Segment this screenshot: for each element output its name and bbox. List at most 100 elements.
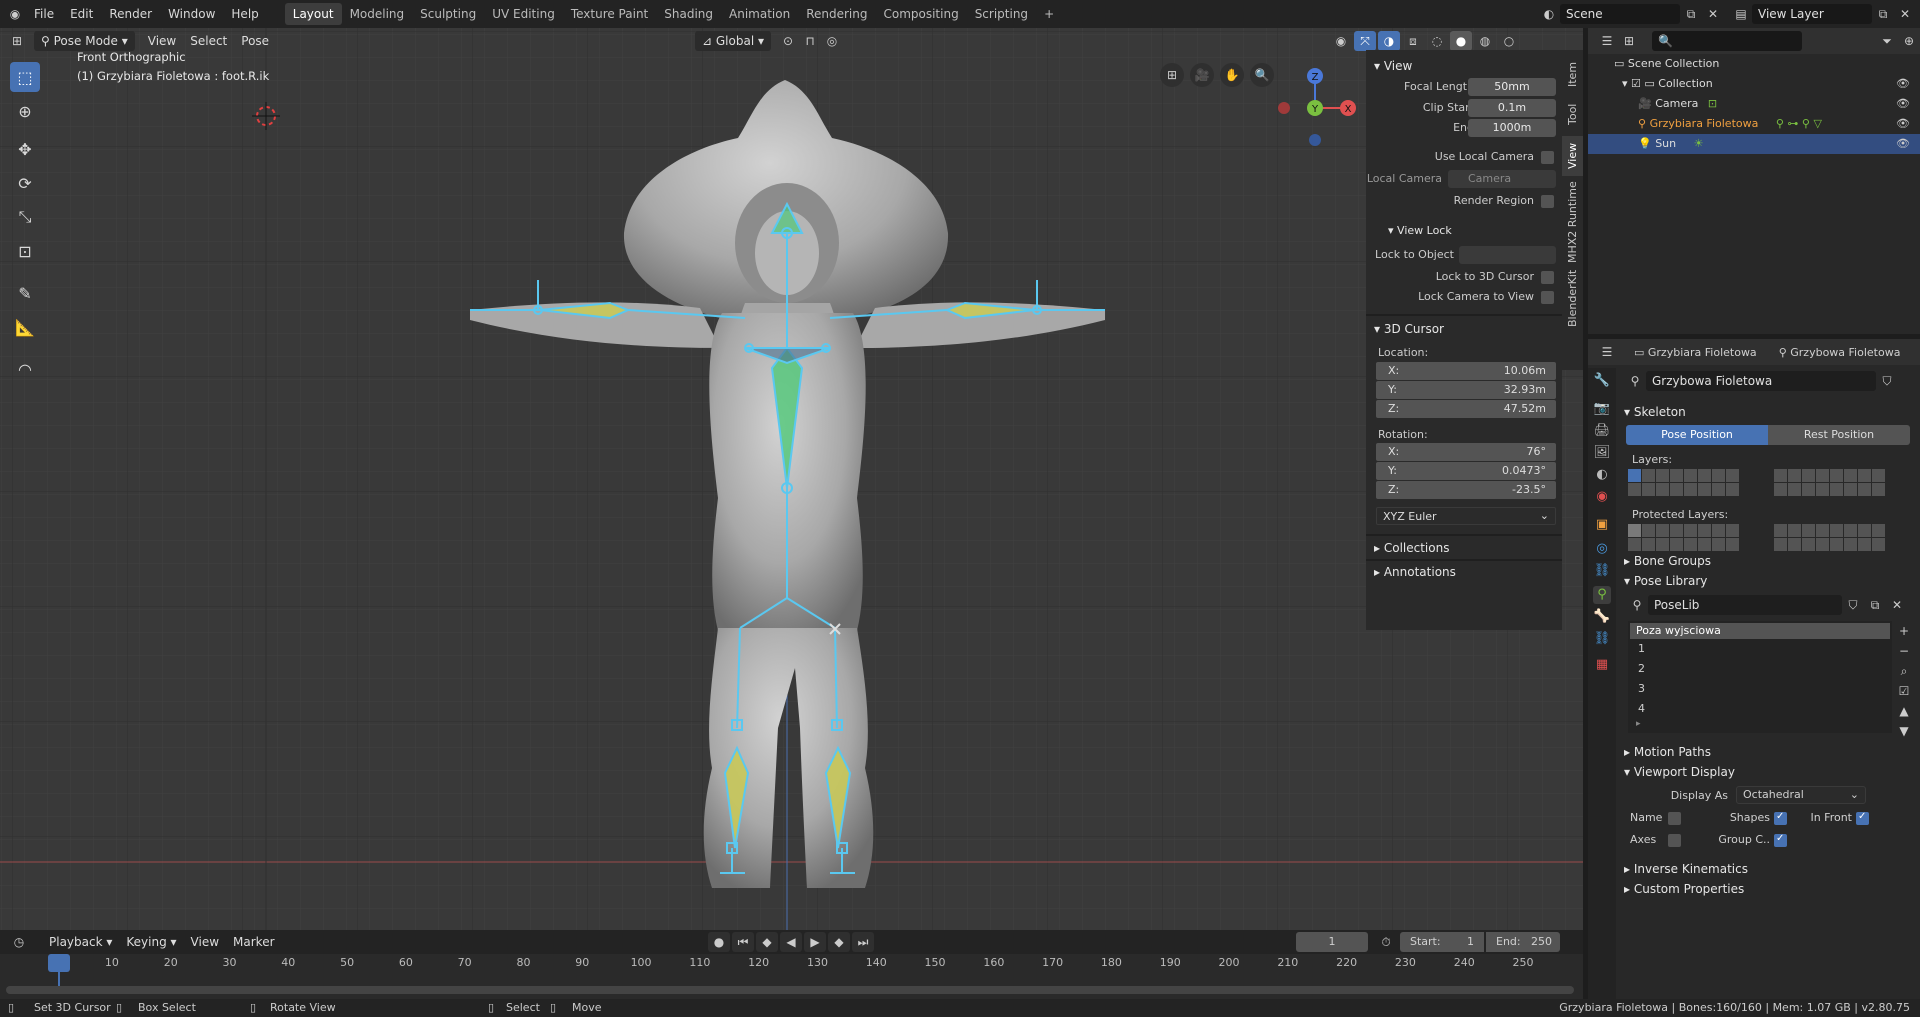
remove-pose-icon[interactable]: −: [1894, 641, 1914, 661]
scene-tab-icon[interactable]: ◐: [1593, 466, 1611, 484]
sidebar-tab-item[interactable]: Item: [1562, 56, 1583, 92]
outliner-editor-icon[interactable]: ☰: [1596, 31, 1618, 51]
armature-data-icon[interactable]: ⚲: [1624, 371, 1646, 391]
eye-icon[interactable]: 👁: [1896, 114, 1910, 134]
xray-icon[interactable]: ⧈: [1402, 31, 1424, 51]
jump-end-icon[interactable]: ⏭: [852, 932, 874, 952]
camera-view-icon[interactable]: 🎥: [1190, 63, 1214, 87]
proportional-edit-icon[interactable]: ◎: [821, 31, 843, 51]
in-front-checkbox[interactable]: [1856, 811, 1869, 825]
move-down-icon[interactable]: ▼: [1894, 721, 1914, 741]
overlays-toggle-icon[interactable]: ◑: [1378, 31, 1400, 51]
menu-window[interactable]: Window: [160, 0, 223, 28]
annotations-section-header[interactable]: ▸ Annotations: [1374, 565, 1456, 579]
inverse-kinematics-section-header[interactable]: ▸ Inverse Kinematics: [1624, 862, 1748, 876]
lock-to-3d-cursor-checkbox[interactable]: [1541, 271, 1554, 284]
add-pose-icon[interactable]: +: [1894, 621, 1914, 641]
editor-type-icon[interactable]: ⊞: [6, 31, 28, 51]
world-tab-icon[interactable]: ◉: [1593, 488, 1611, 506]
tab-texture-paint[interactable]: Texture Paint: [563, 3, 656, 25]
timeline-view-menu[interactable]: View: [184, 932, 226, 952]
pivot-icon[interactable]: ⊙: [777, 31, 799, 51]
tab-compositing[interactable]: Compositing: [875, 3, 966, 25]
playback-menu[interactable]: Playback ▾: [42, 932, 119, 952]
view-section-header[interactable]: ▾ View: [1374, 59, 1412, 73]
collections-section-header[interactable]: ▸ Collections: [1374, 541, 1449, 555]
navigation-gizmo[interactable]: Z Y X: [1270, 60, 1360, 150]
tool-tab-icon[interactable]: 🔧: [1593, 372, 1611, 390]
object-tab-icon[interactable]: ▣: [1593, 516, 1611, 534]
focal-length-field[interactable]: 50mm: [1468, 78, 1556, 96]
scene-icon[interactable]: ◐: [1538, 4, 1560, 24]
rotation-mode-select[interactable]: XYZ Euler ⌄: [1376, 507, 1556, 525]
tab-rendering[interactable]: Rendering: [798, 3, 875, 25]
expand-arrow-icon[interactable]: ▸: [1636, 719, 1641, 729]
scale-tool[interactable]: ⤡: [10, 202, 40, 232]
jump-start-icon[interactable]: ⏮: [732, 932, 754, 952]
eye-icon[interactable]: 👁: [1896, 134, 1910, 154]
visibility-icon[interactable]: ◉: [1330, 31, 1352, 51]
outliner-collection[interactable]: ▾ ☑ ▭ Collection 👁: [1588, 74, 1920, 94]
bone-layers-grid-b[interactable]: [1774, 469, 1885, 496]
blender-logo-icon[interactable]: ◉: [4, 4, 26, 24]
remove-scene-icon[interactable]: ✕: [1702, 4, 1724, 24]
new-collection-icon[interactable]: ⊕: [1898, 31, 1920, 51]
3d-viewport[interactable]: ⊞ ⚲ Pose Mode ▾ View Select Pose ⊿ Globa…: [0, 28, 1583, 930]
shield-icon[interactable]: ⛉: [1842, 595, 1864, 615]
action-icon[interactable]: ⚲: [1626, 595, 1648, 615]
view-layer-tab-icon[interactable]: 🖼: [1593, 444, 1611, 462]
view-lock-header[interactable]: ▾ View Lock: [1388, 224, 1452, 237]
local-camera-field[interactable]: Camera: [1448, 170, 1556, 188]
pan-hand-icon[interactable]: ✋: [1220, 63, 1244, 87]
bone-tab-icon[interactable]: 🦴: [1593, 608, 1611, 626]
output-tab-icon[interactable]: 🖨: [1593, 422, 1611, 440]
fake-user-shield-icon[interactable]: ⛉: [1876, 371, 1898, 391]
close-icon[interactable]: ✕: [1886, 595, 1908, 615]
outliner-scene-collection[interactable]: ▭ Scene Collection: [1588, 54, 1920, 74]
wireframe-shading-icon[interactable]: ◌: [1426, 31, 1448, 51]
browse-pose-icon[interactable]: ⌕: [1894, 661, 1914, 681]
add-workspace-button[interactable]: +: [1036, 3, 1062, 25]
eye-icon[interactable]: 👁: [1896, 94, 1910, 114]
apply-pose-icon[interactable]: ☑: [1894, 681, 1914, 701]
bone-constraints-tab-icon[interactable]: ⛓: [1593, 630, 1611, 648]
marker-menu[interactable]: Marker: [226, 932, 281, 952]
group-colors-checkbox[interactable]: [1774, 833, 1787, 847]
rotate-tool[interactable]: ⟳: [10, 168, 40, 198]
timeline-scrollbar[interactable]: [6, 986, 1574, 994]
outliner-search-input[interactable]: 🔍: [1652, 31, 1802, 51]
select-box-tool[interactable]: ⬚: [10, 62, 40, 92]
menu-select[interactable]: Select: [183, 31, 234, 51]
armature-data-name-field[interactable]: Grzybowa Fioletowa: [1646, 371, 1876, 391]
properties-editor-icon[interactable]: ☰: [1596, 342, 1618, 362]
tab-sculpting[interactable]: Sculpting: [412, 3, 484, 25]
menu-pose[interactable]: Pose: [234, 31, 276, 51]
relax-pose-tool[interactable]: ◠: [10, 354, 40, 384]
copy-icon[interactable]: ⧉: [1864, 595, 1886, 615]
transform-tool[interactable]: ⊡: [10, 236, 40, 266]
pose-item-3[interactable]: 3: [1638, 681, 1645, 697]
material-shading-icon[interactable]: ◍: [1474, 31, 1496, 51]
3d-cursor-section-header[interactable]: ▾ 3D Cursor: [1374, 322, 1444, 336]
outliner-item-camera[interactable]: 🎥 Camera ⊡ 👁: [1588, 94, 1920, 114]
viewport-display-section-header[interactable]: ▾ Viewport Display: [1624, 765, 1735, 779]
play-reverse-icon[interactable]: ◀: [780, 932, 802, 952]
measure-tool[interactable]: 📐: [10, 312, 40, 342]
pose-position-button[interactable]: Pose Position: [1626, 425, 1768, 445]
tab-layout[interactable]: Layout: [284, 3, 342, 25]
use-local-camera-checkbox[interactable]: [1541, 151, 1554, 164]
bone-layers-grid-a[interactable]: [1628, 469, 1739, 496]
display-mode-icon[interactable]: ⊞: [1618, 31, 1640, 51]
start-frame-field[interactable]: Start: 1: [1400, 932, 1484, 952]
next-keyframe-icon[interactable]: ◆: [828, 932, 850, 952]
render-region-checkbox[interactable]: [1541, 195, 1554, 208]
menu-edit[interactable]: Edit: [62, 0, 101, 28]
pose-item-1[interactable]: 1: [1638, 641, 1645, 657]
bone-groups-section-header[interactable]: ▸ Bone Groups: [1624, 554, 1711, 568]
cursor-location-z[interactable]: Z: 47.52m: [1376, 400, 1556, 418]
menu-file[interactable]: File: [26, 0, 62, 28]
custom-properties-section-header[interactable]: ▸ Custom Properties: [1624, 882, 1744, 896]
menu-view[interactable]: View: [141, 31, 183, 51]
cursor-location-x[interactable]: X: 10.06m: [1376, 362, 1556, 380]
sidebar-tab-mhx2-runtime[interactable]: MHX2 Runtime: [1562, 180, 1583, 264]
